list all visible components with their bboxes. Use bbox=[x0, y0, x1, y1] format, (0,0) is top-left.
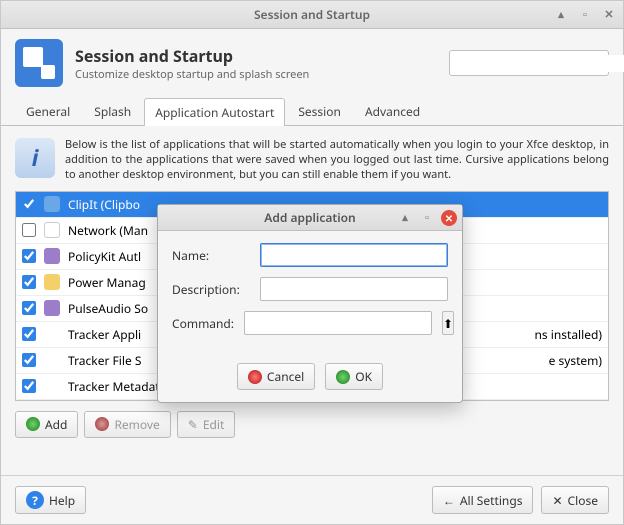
list-item-label: Tracker File S bbox=[68, 352, 141, 369]
app-item-icon bbox=[44, 352, 60, 368]
list-checkbox[interactable] bbox=[22, 301, 36, 315]
window-title: Session and Startup bbox=[254, 6, 370, 23]
list-item-tail: e system) bbox=[549, 352, 602, 369]
dialog-close-icon[interactable]: ✕ bbox=[441, 210, 457, 226]
add-label: Add bbox=[45, 416, 67, 433]
window-minimize-icon[interactable]: ▴ bbox=[553, 7, 569, 23]
footer: ? Help ← All Settings ✕ Close bbox=[1, 475, 623, 524]
name-field[interactable] bbox=[260, 243, 448, 267]
list-checkbox[interactable] bbox=[22, 353, 36, 367]
close-label: Close bbox=[568, 492, 598, 509]
list-item-label: PulseAudio So bbox=[68, 300, 148, 317]
list-item-label: ClipIt (Clipbo bbox=[68, 196, 140, 213]
description-field[interactable] bbox=[260, 277, 448, 301]
list-checkbox[interactable] bbox=[22, 197, 36, 211]
dialog-maximize-icon[interactable]: ▫ bbox=[419, 210, 435, 226]
app-item-icon bbox=[44, 248, 60, 264]
tab-application-autostart[interactable]: Application Autostart bbox=[144, 98, 285, 126]
edit-label: Edit bbox=[203, 416, 224, 433]
app-item-icon bbox=[44, 274, 60, 290]
dialog-minimize-icon[interactable]: ▴ bbox=[397, 210, 413, 226]
ok-button[interactable]: OK bbox=[325, 363, 383, 390]
header: Session and Startup Customize desktop st… bbox=[1, 29, 623, 97]
dialog-buttons: Cancel OK bbox=[158, 357, 462, 402]
header-text: Session and Startup Customize desktop st… bbox=[75, 45, 309, 82]
add-application-dialog: Add application ▴ ▫ ✕ Name: Description:… bbox=[157, 204, 463, 403]
back-arrow-icon: ← bbox=[443, 492, 455, 509]
remove-button[interactable]: Remove bbox=[84, 411, 170, 438]
dialog-titlebar: Add application ▴ ▫ ✕ bbox=[158, 205, 462, 231]
dialog-title: Add application bbox=[264, 209, 355, 226]
list-item-tail: ns installed) bbox=[534, 326, 602, 343]
help-button[interactable]: ? Help bbox=[15, 486, 86, 514]
list-item-label: Network (Man bbox=[68, 222, 148, 239]
list-checkbox[interactable] bbox=[22, 327, 36, 341]
all-settings-label: All Settings bbox=[460, 492, 523, 509]
window-maximize-icon[interactable]: ▫ bbox=[577, 7, 593, 23]
list-item-label: Power Manag bbox=[68, 274, 146, 291]
tab-advanced[interactable]: Advanced bbox=[354, 97, 431, 125]
help-label: Help bbox=[49, 492, 75, 509]
page-subtitle: Customize desktop startup and splash scr… bbox=[75, 67, 309, 82]
tab-bar: General Splash Application Autostart Ses… bbox=[1, 97, 623, 126]
app-item-icon bbox=[44, 196, 60, 212]
search-input[interactable] bbox=[449, 50, 609, 76]
add-button[interactable]: Add bbox=[15, 411, 78, 438]
all-settings-button[interactable]: ← All Settings bbox=[432, 486, 534, 514]
browse-button[interactable]: ⬆ bbox=[442, 311, 454, 335]
info-icon: i bbox=[15, 138, 55, 178]
info-text: Below is the list of applications that w… bbox=[65, 138, 609, 183]
page-title: Session and Startup bbox=[75, 45, 309, 67]
close-x-icon: ✕ bbox=[552, 492, 562, 509]
cancel-label: Cancel bbox=[267, 368, 304, 385]
app-item-icon bbox=[44, 326, 60, 342]
list-toolbar: Add Remove ✎ Edit bbox=[15, 411, 609, 438]
app-item-icon bbox=[44, 222, 60, 238]
tab-session[interactable]: Session bbox=[287, 97, 352, 125]
info-row: i Below is the list of applications that… bbox=[15, 138, 609, 183]
list-checkbox[interactable] bbox=[22, 275, 36, 289]
window-close-icon[interactable]: ✕ bbox=[601, 7, 617, 23]
command-label: Command: bbox=[172, 315, 234, 332]
folder-up-icon: ⬆ bbox=[443, 315, 453, 332]
ok-label: OK bbox=[355, 368, 372, 385]
dialog-body: Name: Description: Command: ⬆ bbox=[158, 231, 462, 357]
list-item-label: PolicyKit Autl bbox=[68, 248, 141, 265]
edit-icon: ✎ bbox=[188, 416, 198, 433]
edit-button[interactable]: ✎ Edit bbox=[177, 411, 236, 438]
name-label: Name: bbox=[172, 247, 250, 264]
tab-general[interactable]: General bbox=[15, 97, 81, 125]
ok-icon bbox=[336, 370, 350, 384]
command-field[interactable] bbox=[244, 311, 432, 335]
list-checkbox[interactable] bbox=[22, 249, 36, 263]
help-icon: ? bbox=[26, 491, 44, 509]
remove-label: Remove bbox=[114, 416, 159, 433]
app-item-icon bbox=[44, 300, 60, 316]
app-icon bbox=[15, 39, 63, 87]
close-button[interactable]: ✕ Close bbox=[541, 486, 609, 514]
minus-icon bbox=[95, 417, 109, 431]
list-checkbox[interactable] bbox=[22, 379, 36, 393]
search-field[interactable] bbox=[456, 55, 624, 72]
app-item-icon bbox=[44, 378, 60, 394]
cancel-button[interactable]: Cancel bbox=[237, 363, 315, 390]
plus-icon bbox=[26, 417, 40, 431]
tab-splash[interactable]: Splash bbox=[83, 97, 142, 125]
window-titlebar: Session and Startup ▴ ▫ ✕ bbox=[1, 1, 623, 29]
list-item-label: Tracker Appli bbox=[68, 326, 141, 343]
description-label: Description: bbox=[172, 281, 250, 298]
cancel-icon bbox=[248, 370, 262, 384]
list-checkbox[interactable] bbox=[22, 223, 36, 237]
